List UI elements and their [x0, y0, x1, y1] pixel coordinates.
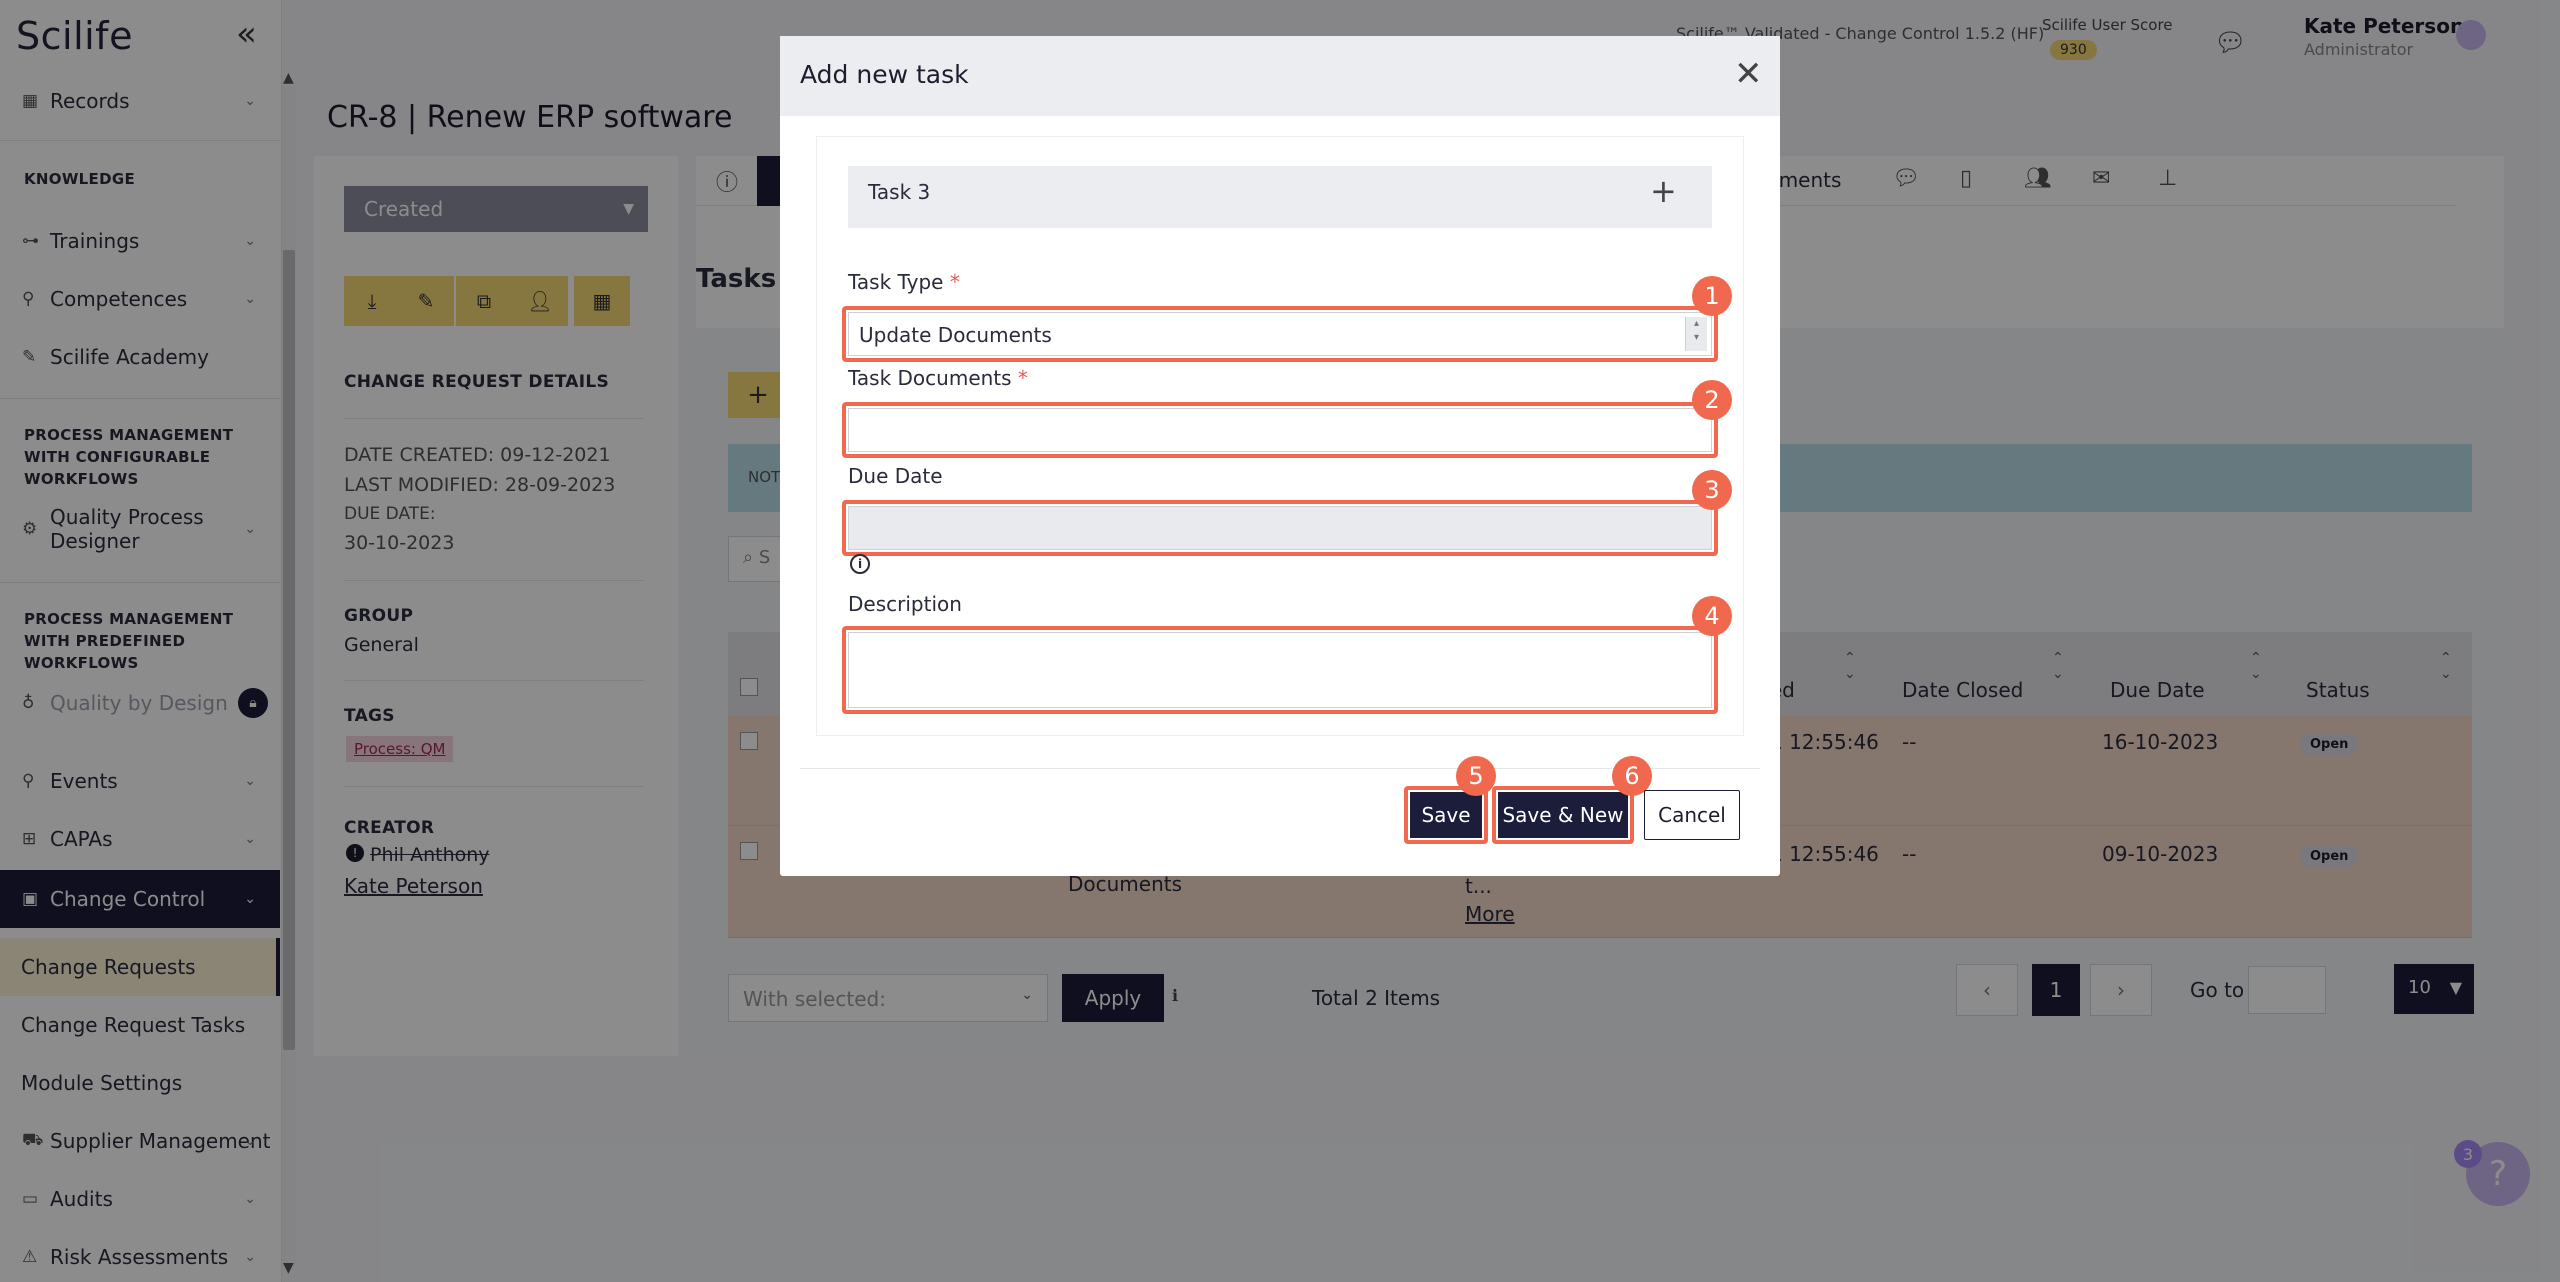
cancel-button[interactable]: Cancel	[1644, 790, 1740, 840]
highlight-box	[1492, 786, 1634, 844]
description-label: Description	[848, 592, 962, 616]
step-marker-4: 4	[1692, 596, 1732, 636]
add-task-modal: Add new task ✕ Task 3 + Task Type * Upda…	[780, 36, 1780, 876]
info-icon[interactable]: i	[850, 554, 870, 574]
step-marker-2: 2	[1692, 380, 1732, 420]
task-name: Task 3	[868, 180, 931, 204]
required-mark: *	[949, 270, 960, 294]
due-date-label: Due Date	[848, 464, 943, 488]
task-header[interactable]	[848, 166, 1712, 228]
task-documents-label-text: Task Documents	[848, 366, 1012, 390]
required-mark: *	[1017, 366, 1028, 390]
plus-icon[interactable]: +	[1650, 172, 1677, 210]
task-documents-label: Task Documents *	[848, 366, 1028, 390]
step-marker-5: 5	[1456, 756, 1496, 796]
task-type-label: Task Type *	[848, 270, 960, 294]
highlight-box	[842, 402, 1718, 458]
task-type-label-text: Task Type	[848, 270, 944, 294]
highlight-box	[842, 500, 1718, 556]
highlight-box	[842, 306, 1718, 362]
modal-title: Add new task	[800, 60, 969, 89]
close-icon[interactable]: ✕	[1734, 54, 1763, 94]
step-marker-1: 1	[1692, 276, 1732, 316]
step-marker-3: 3	[1692, 470, 1732, 510]
highlight-box	[842, 626, 1718, 714]
